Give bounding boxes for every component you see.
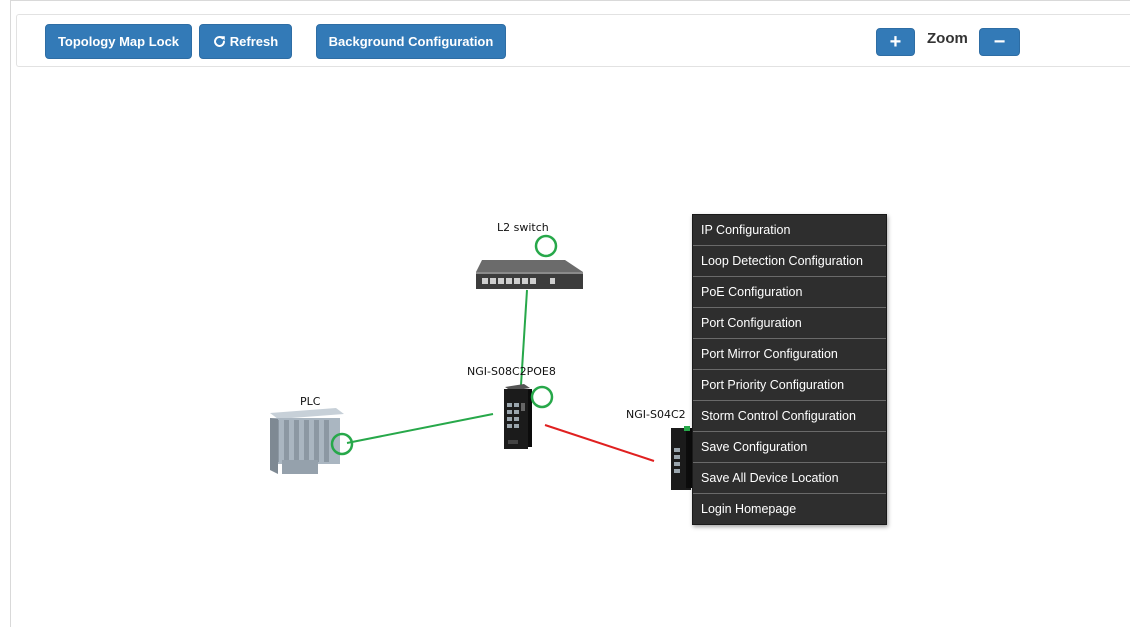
- network-switch-icon[interactable]: [476, 260, 583, 289]
- menu-item-save-configuration[interactable]: Save Configuration: [693, 432, 886, 463]
- status-ring-ngi-s08c2poe8: [530, 385, 554, 409]
- menu-item-loop-detection-configuration[interactable]: Loop Detection Configuration: [693, 246, 886, 277]
- device-context-menu: IP Configuration Loop Detection Configur…: [692, 214, 887, 525]
- node-label-ngi-s04c2: NGI-S04C2: [626, 408, 686, 421]
- menu-item-save-all-device-location[interactable]: Save All Device Location: [693, 463, 886, 494]
- link-plc-ngi-s08c2poe8: [346, 413, 494, 444]
- industrial-switch-icon[interactable]: [504, 384, 532, 449]
- menu-item-storm-control-configuration[interactable]: Storm Control Configuration: [693, 401, 886, 432]
- menu-item-port-priority-configuration[interactable]: Port Priority Configuration: [693, 370, 886, 401]
- industrial-switch-icon[interactable]: [671, 426, 692, 490]
- topology-map[interactable]: [0, 0, 1130, 627]
- menu-item-port-configuration[interactable]: Port Configuration: [693, 308, 886, 339]
- menu-item-login-homepage[interactable]: Login Homepage: [693, 494, 886, 524]
- menu-item-poe-configuration[interactable]: PoE Configuration: [693, 277, 886, 308]
- status-ring-l2-switch: [534, 234, 558, 258]
- node-label-l2-switch: L2 switch: [497, 221, 549, 234]
- menu-item-ip-configuration[interactable]: IP Configuration: [693, 215, 886, 246]
- menu-item-port-mirror-configuration[interactable]: Port Mirror Configuration: [693, 339, 886, 370]
- node-label-ngi-s08c2poe8: NGI-S08C2POE8: [467, 365, 556, 378]
- node-label-plc: PLC: [300, 395, 321, 408]
- link-ngi-s08c2poe8-ngi-s04c2: [544, 424, 655, 462]
